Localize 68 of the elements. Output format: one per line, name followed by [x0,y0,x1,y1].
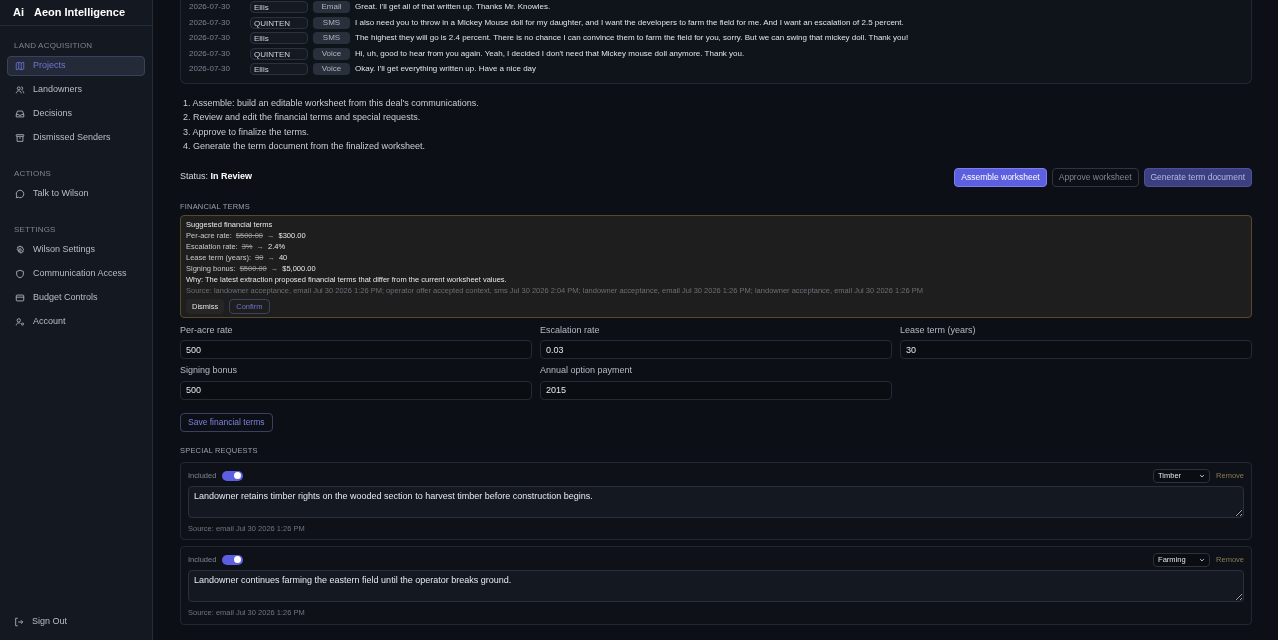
nav-item[interactable]: Account [7,312,145,332]
nav-item[interactable]: Talk to Wilson [7,184,145,204]
map-icon [15,61,25,71]
sender-field: Ellis [250,32,308,45]
sender-field: QUINTEN [250,47,308,60]
input-field[interactable]: 0.03 [540,340,892,360]
step-text: 3. Approve to finalize the terms. [183,125,311,137]
nav-item[interactable]: Decisions [7,104,145,124]
nav-item[interactable]: Communication Access [7,264,145,284]
nav-item[interactable]: Landowners [7,80,145,100]
included-toggle[interactable] [222,470,244,481]
message-text: The highest they will go is 2.4 percent. There is no chance I can convince them to farm the field for you, sorry. But we can swing that mickey doll. Thank you! [355,32,909,45]
nav-item[interactable]: Dismissed Senders [7,128,145,148]
chevron-down-icon [1199,472,1206,479]
included-toggle[interactable] [222,554,244,565]
user-icon [15,317,25,327]
status-text: Status: In Review [180,170,253,184]
sign-out-icon [14,617,24,627]
channel-tag: Voice [313,63,350,76]
request-text-field[interactable]: Landowner continues farming the eastern field until the operator breaks ground. [188,570,1244,603]
nav-item[interactable]: Budget Controls [7,288,145,308]
step-text: 1. Assemble: build an editable worksheet from this deal's communications. [183,96,480,108]
users-icon [15,85,25,95]
field-label: Per-acre rate [180,323,234,337]
input-field[interactable]: 500 [180,380,532,400]
sender-field: QUINTEN [250,16,308,29]
channel-tag: SMS [313,32,350,45]
section-heading: ACTIONS [13,168,52,180]
chat-bubble-icon [15,189,25,199]
archive-icon [15,133,25,143]
app-name: Aeon Intelligence [34,5,126,21]
message-text: Okay. I'll get everything written up. Have a nice day [355,63,537,76]
message-date: 2026-07-30 [189,47,231,60]
channel-tag: SMS [313,16,350,29]
message-text: Hi, uh, good to hear from you again. Yeah, I decided I don't need that Mickey mouse doll anymore. Thank you. [355,47,745,60]
message-date: 2026-07-30 [189,32,231,45]
message-date: 2026-07-30 [189,1,231,14]
action-button[interactable]: Assemble worksheet [954,167,1047,187]
field-label: Escalation rate [540,323,601,337]
input-field[interactable]: 2015 [540,380,892,400]
nav-item[interactable]: Wilson Settings [7,240,145,260]
input-field[interactable]: 500 [180,340,532,360]
field-label: Lease term (years) [900,323,977,337]
section-heading: LAND ACQUISITION [13,40,94,52]
sender-field: Ellis [250,63,308,76]
chevron-down-icon [1199,556,1206,563]
credit-card-icon [15,293,25,303]
inbox-icon [15,109,25,119]
sign-out-button[interactable]: Sign Out [7,613,145,631]
input-field[interactable]: 30 [900,340,1252,360]
message-text: Great. I'll get all of that written up. Thanks Mr. Knowles. [355,1,551,14]
step-text: 2. Review and edit the financial terms and special requests. [183,111,422,123]
message-date: 2026-07-30 [189,63,231,76]
nav-item[interactable]: Projects [7,56,145,76]
channel-tag: Email [313,1,350,14]
message-text: I also need you to throw in a Mickey Mouse doll for my daughter, and I want the developers to farm the field for me. And I want an escalation of 2.5 percent. [355,16,904,29]
channel-tag: Voice [313,47,350,60]
field-label: Annual option payment [540,364,634,378]
logo: Ai [13,5,24,21]
message-date: 2026-07-30 [189,16,231,29]
settings-icon [15,245,25,255]
request-text-field[interactable]: Landowner retains timber rights on the wooded section to harvest timber before construction begins. [188,486,1244,518]
field-label: Signing bonus [180,364,239,378]
sender-field: Ellis [250,1,308,14]
step-text: 4. Generate the term document from the finalized worksheet. [183,140,427,152]
shield-icon [15,269,25,279]
section-heading: SETTINGS [13,224,57,236]
save-button[interactable]: Save financial terms [180,412,273,432]
